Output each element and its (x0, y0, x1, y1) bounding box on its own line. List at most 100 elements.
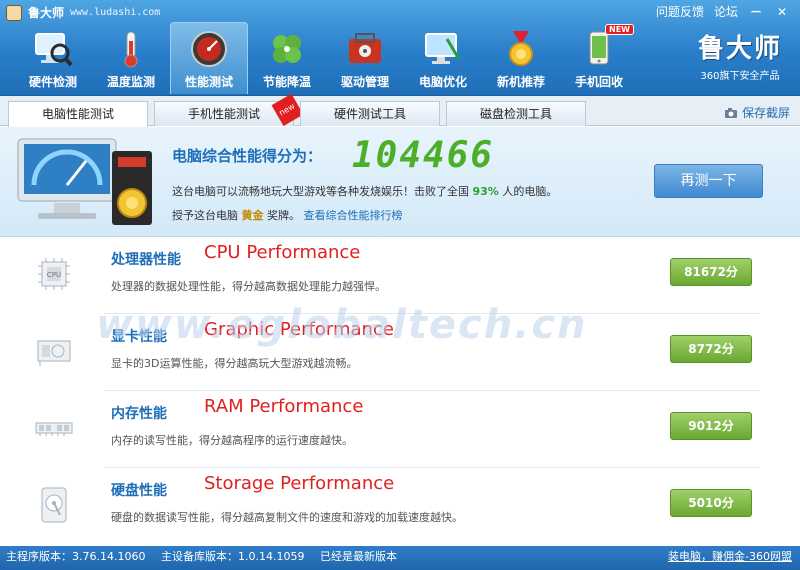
tab-label: 硬件测试工具 (333, 107, 406, 121)
title-area: 鲁大师 www.ludashi.com (6, 4, 160, 21)
app-name: 鲁大师 (28, 6, 65, 20)
tab-pc-performance[interactable]: 电脑性能测试 (8, 101, 148, 127)
chip-toolbox-icon (345, 29, 385, 69)
cpu-icon: CPU (34, 254, 74, 294)
speedometer-icon (189, 29, 229, 69)
summary-description: 这台电脑可以流畅地玩大型游戏等各种发烧娱乐！击败了全国 93% 人的电脑。 (172, 183, 557, 199)
hard-disk-icon (34, 485, 74, 525)
row-description: 硬盘的数据读写性能，得分越高复制文件的速度和游戏的加载速度越快。 (111, 511, 463, 524)
row-cpu: CPU 处理器性能 CPU Performance 处理器的数据处理性能，得分越… (0, 238, 800, 314)
row-translation: RAM Performance (204, 396, 364, 417)
overall-score-label: 电脑综合性能得分为： (172, 147, 323, 165)
nav-label: 温度监测 (106, 75, 155, 89)
forum-link[interactable]: 论坛 (714, 3, 738, 20)
tab-label: 磁盘检测工具 (479, 107, 552, 121)
row-divider (104, 313, 760, 314)
app-window: 鲁大师 www.ludashi.com 问题反馈 论坛 － ✕ 硬件检测 温度监… (0, 0, 800, 570)
beat-percentage: 93% (472, 185, 499, 198)
award-level: 黄金 (241, 209, 264, 222)
row-description: 处理器的数据处理性能，得分越高数据处理能力越强悍。 (111, 280, 386, 293)
row-graphics: 显卡性能 Graphic Performance 显卡的3D运算性能，得分越高玩… (0, 315, 800, 391)
screen-broom-icon (423, 29, 463, 69)
nav-label: 性能测试 (184, 75, 233, 89)
main-version: 主程序版本：3.76.14.1060 (6, 550, 146, 563)
summary-desc-prefix: 这台电脑可以流畅地玩大型游戏等各种发烧娱乐！击败了全国 (172, 185, 469, 198)
nav-new-machine[interactable]: 新机推荐 (482, 22, 560, 94)
row-title: 处理器性能 (111, 252, 181, 268)
row-title: 内存性能 (111, 406, 167, 422)
row-ram: 内存性能 RAM Performance 内存的读写性能，得分越高程序的运行速度… (0, 392, 800, 468)
nav-energy-saving[interactable]: 节能降温 (248, 22, 326, 94)
row-translation: Storage Performance (204, 473, 395, 494)
thermometer-icon (111, 29, 151, 69)
app-logo-icon (6, 4, 22, 21)
nav-label: 电脑优化 (418, 75, 467, 89)
tab-disk-tools[interactable]: 磁盘检测工具 (446, 101, 586, 126)
nav-label: 驱动管理 (340, 75, 389, 89)
nav-driver-management[interactable]: 驱动管理 (326, 22, 404, 94)
row-divider (104, 390, 760, 391)
summary-desc-suffix: 人的电脑。 (502, 185, 558, 198)
top-bar: 鲁大师 www.ludashi.com 问题反馈 论坛 － ✕ 硬件检测 温度监… (0, 0, 800, 96)
overall-score-value: 104466 (352, 135, 495, 176)
affiliate-link[interactable]: 装电脑，赚佣金-360网盟 (668, 550, 792, 563)
award-suffix: 奖牌。 (267, 209, 300, 222)
row-translation: CPU Performance (204, 242, 361, 263)
brand-area: 鲁大师 360旗下安全产品 (698, 28, 782, 82)
row-score: 9012分 (670, 412, 752, 440)
save-screenshot-label: 保存截屏 (741, 106, 790, 120)
ranking-link[interactable]: 查看综合性能排行榜 (304, 209, 403, 222)
row-divider (104, 467, 760, 468)
award-prefix: 授予这台电脑 (172, 209, 238, 222)
save-screenshot-button[interactable]: 保存截屏 (724, 104, 790, 121)
medal-icon (501, 29, 541, 69)
new-badge: NEW (605, 24, 634, 35)
nav-label: 新机推荐 (496, 75, 545, 89)
status-right: 装电脑，赚佣金-360网盟 (668, 546, 792, 568)
nav-label: 手机回收 (574, 75, 623, 89)
main-nav: 硬件检测 温度监测 性能测试 节能降温 驱动管理 电脑优化 新机推荐 NEW 手… (14, 22, 638, 94)
db-version: 主设备库版本：1.0.14.1059 (160, 550, 305, 563)
nav-performance-test[interactable]: 性能测试 (170, 22, 248, 94)
status-bar: 主程序版本：3.76.14.1060 主设备库版本：1.0.14.1059 已经… (0, 546, 800, 570)
phone-recycle-icon (579, 29, 619, 69)
version-status: 已经是最新版本 (319, 550, 397, 563)
row-title: 硬盘性能 (111, 483, 167, 499)
row-description: 显卡的3D运算性能，得分越高玩大型游戏越流畅。 (111, 357, 358, 370)
tab-hardware-tools[interactable]: 硬件测试工具 (300, 101, 440, 126)
nav-label: 节能降温 (262, 75, 311, 89)
feedback-link[interactable]: 问题反馈 (656, 3, 704, 20)
tab-bar: 电脑性能测试 手机性能测试 new 硬件测试工具 磁盘检测工具 保存截屏 (0, 93, 800, 127)
tab-phone-performance[interactable]: 手机性能测试 new (154, 93, 304, 127)
window-links: 问题反馈 论坛 － ✕ (656, 3, 790, 20)
nav-phone-recycle[interactable]: NEW 手机回收 (560, 22, 638, 94)
retest-button[interactable]: 再测一下 (654, 164, 763, 198)
row-score: 8772分 (670, 335, 752, 363)
nav-label: 硬件检测 (28, 75, 77, 89)
row-title: 显卡性能 (111, 329, 167, 345)
computer-illustration (14, 133, 164, 233)
brand-logo-text: 鲁大师 (697, 34, 782, 64)
camera-icon (724, 107, 737, 118)
graphics-card-icon (34, 331, 74, 371)
tab-label: 手机性能测试 (187, 107, 260, 121)
brand-slogan: 360旗下安全产品 (700, 71, 780, 82)
close-button[interactable]: ✕ (774, 5, 790, 19)
row-translation: Graphic Performance (204, 319, 394, 340)
nav-temperature[interactable]: 温度监测 (92, 22, 170, 94)
tab-label: 电脑性能测试 (41, 107, 114, 121)
clover-icon (267, 29, 307, 69)
performance-rows: CPU 处理器性能 CPU Performance 处理器的数据处理性能，得分越… (0, 238, 800, 545)
nav-pc-optimize[interactable]: 电脑优化 (404, 22, 482, 94)
monitor-magnifier-icon (33, 29, 73, 69)
ram-stick-icon (34, 408, 74, 448)
row-score: 81672分 (670, 258, 752, 286)
row-description: 内存的读写性能，得分越高程序的运行速度越快。 (111, 434, 353, 447)
new-tag: new (271, 93, 304, 127)
row-storage: 硬盘性能 Storage Performance 硬盘的数据读写性能，得分越高复… (0, 469, 800, 545)
svg-text:CPU: CPU (47, 271, 61, 279)
nav-hardware-check[interactable]: 硬件检测 (14, 22, 92, 94)
row-score: 5010分 (670, 489, 752, 517)
award-line: 授予这台电脑 黄金 奖牌。 查看综合性能排行榜 (172, 207, 403, 223)
minimize-button[interactable]: － (748, 3, 764, 20)
